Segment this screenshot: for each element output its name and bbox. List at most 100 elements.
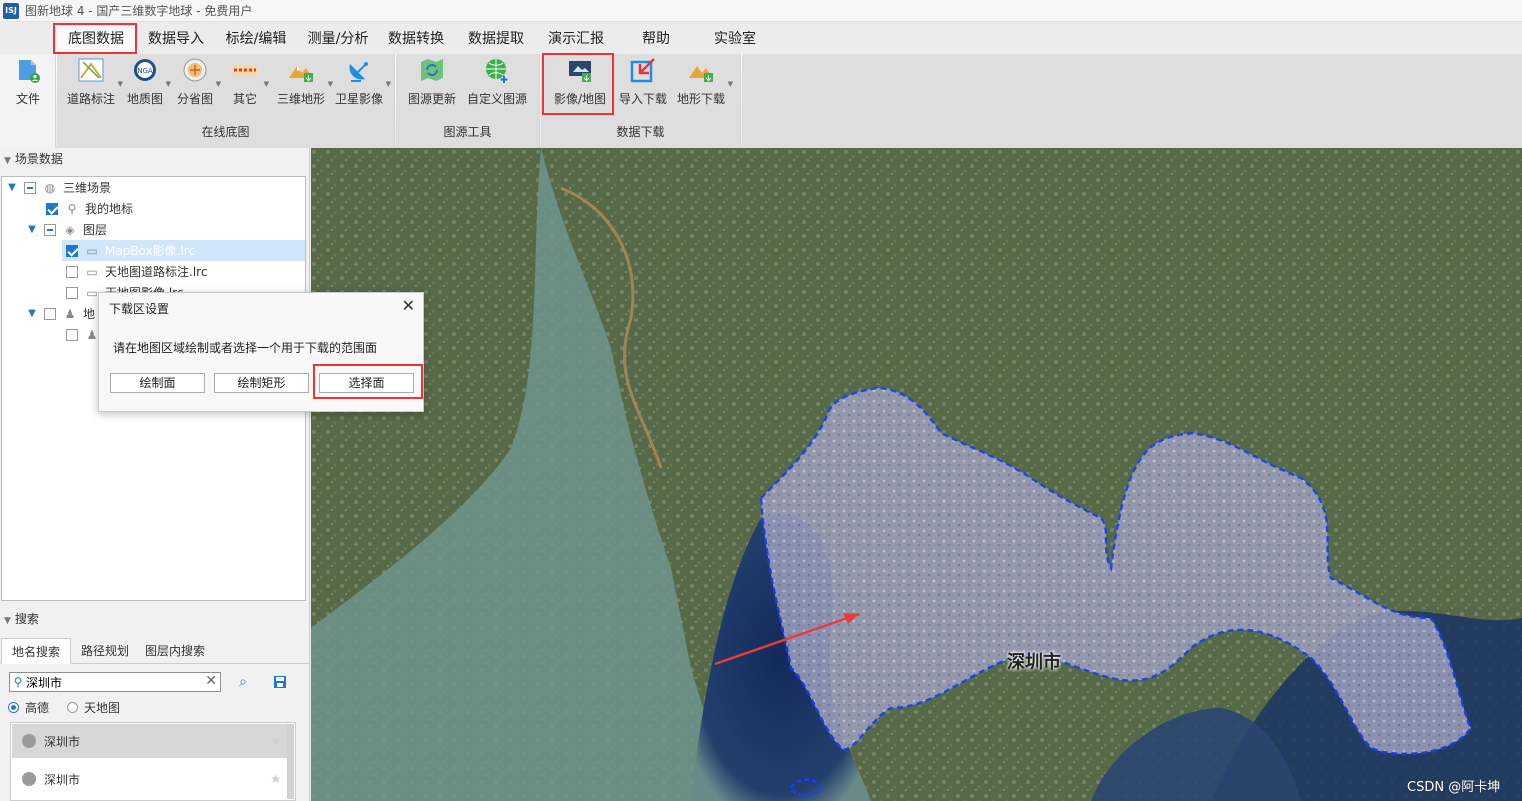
tree-checkbox[interactable] bbox=[44, 307, 56, 320]
tab-data-import[interactable]: 数据导入 bbox=[138, 26, 214, 52]
city-label: 深圳市 bbox=[1007, 652, 1061, 673]
search-icon[interactable]: ⌕ bbox=[233, 672, 253, 692]
tab-measure-analysis[interactable]: 测量/分析 bbox=[298, 26, 378, 52]
tree-node-admin[interactable]: ▼ ♟ 地 bbox=[26, 303, 95, 324]
menu-bar: 底图数据 数据导入 标绘/编辑 测量/分析 数据转换 数据提取 演示汇报 帮助 … bbox=[0, 22, 1522, 54]
location-pin-icon: ⚲ bbox=[67, 201, 77, 216]
satellite-imagery-text: 卫星影像 bbox=[334, 92, 383, 106]
ribbon-group-online-basemap: ▼ 道路标注 NGA ▼ 地质图 ▼ 分省图 ▼ 其它 ▼ 三维地形 ▼ 卫星影… bbox=[57, 54, 395, 148]
map-view[interactable]: 深圳市 CSDN @阿卡坤 bbox=[311, 148, 1522, 801]
other-map-logo-icon bbox=[233, 65, 257, 75]
save-icon[interactable] bbox=[270, 672, 290, 692]
watermark: CSDN @阿卡坤 bbox=[1407, 780, 1501, 795]
import-download-text: 导入下载 bbox=[618, 92, 667, 106]
chevron-down-icon: ▼ bbox=[215, 80, 221, 88]
tab-place-search[interactable]: 地名搜索 bbox=[1, 638, 71, 664]
monitor-icon: ▭ bbox=[86, 243, 98, 258]
import-download-button[interactable]: 导入下载 bbox=[617, 56, 669, 112]
globe-icon: ◍ bbox=[44, 180, 56, 195]
star-icon[interactable]: ★ bbox=[270, 772, 281, 786]
file-button[interactable]: 文件 bbox=[0, 54, 56, 148]
tree-checkbox[interactable] bbox=[24, 181, 36, 194]
custom-source-button[interactable]: 自定义图源 bbox=[466, 56, 528, 112]
road-label-text: 道路标注 bbox=[66, 92, 115, 106]
svg-text:NGA: NGA bbox=[137, 67, 153, 75]
geology-map-button[interactable]: NGA ▼ 地质图 bbox=[125, 56, 171, 112]
dialog-title: 下载区设置 bbox=[109, 302, 170, 316]
tree-label: 三维场景 bbox=[63, 181, 112, 195]
globe-plus-icon bbox=[486, 59, 508, 83]
tree-node-3d-scene[interactable]: ▼ ◍ 三维场景 bbox=[6, 177, 111, 198]
road-map-icon bbox=[78, 58, 104, 82]
tree-label: 图层 bbox=[83, 223, 108, 237]
tree-checkbox[interactable] bbox=[66, 286, 78, 299]
file-label: 文件 bbox=[15, 92, 40, 106]
draw-polygon-button[interactable]: 绘制面 bbox=[110, 373, 205, 393]
expand-arrow-icon[interactable]: ▼ bbox=[26, 224, 38, 235]
tree-checkbox[interactable] bbox=[44, 223, 56, 236]
expand-arrow-icon[interactable]: ▼ bbox=[26, 308, 38, 319]
satellite-imagery-button[interactable]: ▼ 卫星影像 bbox=[333, 56, 391, 112]
people-icon: ♟ bbox=[64, 306, 76, 321]
terrain-download-button[interactable]: ▼ 地形下载 bbox=[675, 56, 733, 112]
annotation-box-imagery-download bbox=[542, 53, 614, 115]
clear-icon[interactable]: ✕ bbox=[205, 673, 217, 689]
search-header[interactable]: ▼ 搜索 bbox=[0, 608, 39, 630]
dialog-message: 请在地图区域绘制或者选择一个用于下载的范围面 bbox=[113, 341, 378, 355]
province-map-button[interactable]: ▼ 分省图 bbox=[175, 56, 221, 112]
search-input-box[interactable]: ⚲ ✕ bbox=[9, 672, 221, 692]
chevron-down-icon: ▼ bbox=[117, 80, 123, 88]
search-input[interactable] bbox=[26, 675, 196, 689]
annotation-box-select-polygon bbox=[313, 364, 423, 399]
tree-checkbox[interactable] bbox=[66, 244, 78, 257]
tab-presentation[interactable]: 演示汇报 bbox=[540, 26, 612, 52]
close-icon[interactable]: ✕ bbox=[402, 296, 415, 315]
radio-gaode-label: 高德 bbox=[25, 700, 50, 715]
terrain-download-icon bbox=[689, 66, 713, 82]
tree-label: 地 bbox=[83, 307, 96, 321]
satellite-map[interactable] bbox=[311, 148, 1522, 801]
title-bar: ISJ 图新地球 4 - 国产三维数字地球 - 免费用户 bbox=[0, 0, 1522, 22]
tree-node-mapbox-imagery[interactable]: ▭ MapBox影像.lrc bbox=[62, 240, 305, 261]
terrain-icon bbox=[289, 66, 313, 82]
tree-node-tianditu-road[interactable]: ▭ 天地图道路标注.lrc bbox=[66, 261, 207, 282]
source-update-button[interactable]: 图源更新 bbox=[406, 56, 458, 112]
terrain-download-text: 地形下载 bbox=[676, 92, 725, 106]
tree-checkbox[interactable] bbox=[66, 265, 78, 278]
star-icon[interactable]: ★ bbox=[270, 734, 281, 748]
result-label: 深圳市 bbox=[44, 734, 81, 749]
list-item[interactable]: 深圳市 ★ bbox=[12, 724, 287, 758]
road-label-button[interactable]: ▼ 道路标注 bbox=[65, 56, 123, 112]
radio-gaode[interactable] bbox=[8, 701, 19, 713]
radio-tianditu-label: 天地图 bbox=[84, 700, 121, 715]
tree-node-layers[interactable]: ▼ ◈ 图层 bbox=[26, 219, 107, 240]
radio-tianditu[interactable] bbox=[67, 701, 79, 713]
search-results: 深圳市 ★ 深圳市 ★ bbox=[10, 722, 296, 801]
collapse-triangle-icon: ▼ bbox=[4, 156, 11, 166]
nga-globe-icon: NGA bbox=[134, 59, 156, 81]
tab-help[interactable]: 帮助 bbox=[630, 26, 682, 52]
tab-data-conversion[interactable]: 数据转换 bbox=[380, 26, 452, 52]
tree-checkbox[interactable] bbox=[46, 202, 58, 215]
tab-data-extraction[interactable]: 数据提取 bbox=[460, 26, 532, 52]
tab-lab[interactable]: 实验室 bbox=[700, 26, 770, 52]
tree-label: 天地图道路标注.lrc bbox=[105, 265, 208, 279]
draw-rectangle-button[interactable]: 绘制矩形 bbox=[214, 373, 309, 393]
chevron-down-icon: ▼ bbox=[165, 80, 171, 88]
result-label: 深圳市 bbox=[44, 772, 81, 787]
tab-route-planning[interactable]: 路径规划 bbox=[72, 638, 138, 664]
tree-checkbox[interactable] bbox=[66, 328, 78, 341]
people-icon: ♟ bbox=[86, 327, 98, 342]
scrollbar[interactable] bbox=[287, 724, 294, 799]
list-item[interactable]: 深圳市 ★ bbox=[12, 762, 287, 796]
import-arrow-icon bbox=[630, 58, 655, 83]
tab-layer-search[interactable]: 图层内搜索 bbox=[138, 638, 212, 664]
window-title: 图新地球 4 - 国产三维数字地球 - 免费用户 bbox=[25, 4, 253, 18]
search-source-options: 高德 天地图 bbox=[8, 698, 120, 716]
tab-plot-edit[interactable]: 标绘/编辑 bbox=[216, 26, 296, 52]
terrain-3d-button[interactable]: ▼ 三维地形 bbox=[275, 56, 333, 112]
scene-data-header[interactable]: ▼ 场景数据 bbox=[0, 148, 63, 170]
other-map-button[interactable]: ▼ 其它 bbox=[227, 56, 269, 112]
expand-arrow-icon[interactable]: ▼ bbox=[6, 182, 18, 193]
tree-node-my-landmarks[interactable]: ⚲ 我的地标 bbox=[46, 198, 133, 219]
